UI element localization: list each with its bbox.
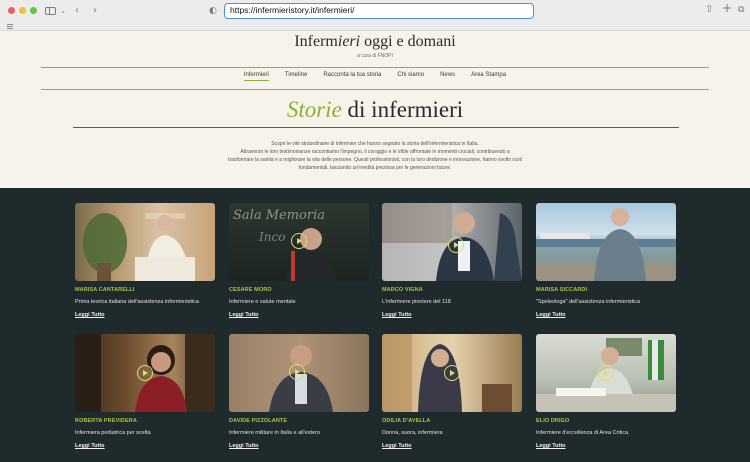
- story-name: ODILIA D'AVELLA: [382, 418, 431, 424]
- svg-text:Sala Memoria: Sala Memoria: [233, 208, 325, 223]
- story-thumbnail[interactable]: [536, 334, 676, 412]
- svg-text:Inco: Inco: [258, 230, 285, 244]
- address-bar[interactable]: https://infermieristory.it/infermieri/: [224, 3, 534, 19]
- story-thumbnail[interactable]: [382, 334, 522, 412]
- story-thumbnail[interactable]: [382, 203, 522, 281]
- menu-icon[interactable]: [7, 24, 13, 29]
- read-more-link[interactable]: Leggi Tutto: [382, 443, 412, 449]
- stories-gallery: MARISA CANTARELLI Prima teorica italiana…: [0, 188, 750, 462]
- story-description: Prima teorica italiana dell'assistenza i…: [75, 299, 199, 305]
- read-more-link[interactable]: Leggi Tutto: [536, 312, 566, 318]
- sidebar-toggle-icon[interactable]: [45, 7, 56, 15]
- privacy-shield-icon[interactable]: ◐: [209, 5, 217, 18]
- play-icon[interactable]: [598, 365, 614, 381]
- site-logo[interactable]: Infermieri oggi e domani: [0, 33, 750, 51]
- read-more-link[interactable]: Leggi Tutto: [229, 443, 259, 449]
- nav-item-chi-siamo[interactable]: Chi siamo: [397, 72, 424, 81]
- story-description: L'infermiere pioniere del 118: [382, 299, 451, 305]
- nav-item-news[interactable]: News: [440, 72, 455, 81]
- portrait-image: [83, 213, 195, 281]
- nav-item-racconta[interactable]: Racconta la tua storia: [323, 72, 381, 81]
- site-header: Infermieri oggi e domani a cura di FNOPI…: [0, 31, 750, 188]
- read-more-link[interactable]: Leggi Tutto: [382, 312, 412, 318]
- story-description: Infermiere e salute mentale: [229, 299, 296, 305]
- new-tab-icon[interactable]: +: [722, 2, 732, 15]
- logo-subtitle: a cura di FNOPI: [357, 53, 393, 59]
- read-more-link[interactable]: Leggi Tutto: [75, 443, 105, 449]
- tab-overview-icon[interactable]: ⧉: [738, 4, 744, 17]
- play-icon[interactable]: [444, 365, 460, 381]
- nav-item-area-stampa[interactable]: Area Stampa: [471, 72, 506, 81]
- play-icon[interactable]: [289, 364, 305, 380]
- story-thumbnail[interactable]: [536, 203, 676, 281]
- back-arrow-icon[interactable]: ‹: [75, 4, 79, 17]
- play-icon[interactable]: [291, 233, 307, 249]
- close-window-button[interactable]: [8, 7, 15, 14]
- page-title: Storie di infermieri: [286, 97, 464, 122]
- play-icon[interactable]: [448, 237, 464, 253]
- story-name: CESARE MORO: [229, 287, 272, 293]
- story-name: MARISA SICCARDI: [536, 287, 588, 293]
- story-description: Infermiere militare in Italia e all'este…: [229, 430, 320, 436]
- story-description: Infermiere d'eccellenza di Area Critica: [536, 430, 629, 436]
- maximize-window-button[interactable]: [30, 7, 37, 14]
- browser-toolbar: ⌄ ‹ › ◐ https://infermieristory.it/infer…: [0, 0, 750, 31]
- nav-bottom-divider: [41, 89, 709, 90]
- chevron-down-icon[interactable]: ⌄: [60, 5, 66, 18]
- story-name: MARCO VIGNA: [382, 287, 423, 293]
- story-description: "Speleologa" dell'assistenza infermieris…: [536, 299, 641, 305]
- title-underline: [73, 127, 679, 128]
- story-description: Infermiera pediatrica per scelta: [75, 430, 151, 436]
- read-more-link[interactable]: Leggi Tutto: [229, 312, 259, 318]
- main-navigation: Infermieri Timeline Racconta la tua stor…: [0, 72, 750, 81]
- nav-item-infermieri[interactable]: Infermieri: [243, 72, 269, 81]
- read-more-link[interactable]: Leggi Tutto: [75, 312, 105, 318]
- story-thumbnail[interactable]: [229, 334, 369, 412]
- intro-text: Scopri le vite straordinarie di infermie…: [228, 141, 522, 171]
- nav-top-divider: [41, 67, 709, 68]
- story-thumbnail[interactable]: [75, 203, 215, 281]
- story-name: MARISA CANTARELLI: [75, 287, 135, 293]
- story-name: ELIO DRIGO: [536, 418, 570, 424]
- story-thumbnail[interactable]: Sala Memoria Inco: [229, 203, 369, 281]
- forward-arrow-icon[interactable]: ›: [93, 4, 97, 17]
- share-icon[interactable]: ⇧: [705, 3, 713, 16]
- story-description: Donna, suora, infermiera: [382, 430, 443, 436]
- story-thumbnail[interactable]: [75, 334, 215, 412]
- nav-item-timeline[interactable]: Timeline: [285, 72, 307, 81]
- story-name: DAVIDE PIZZOLANTE: [229, 418, 288, 424]
- portrait-image: [536, 208, 676, 281]
- play-icon[interactable]: [137, 365, 153, 381]
- story-name: ROBERTA PREVIDERA: [75, 418, 137, 424]
- minimize-window-button[interactable]: [19, 7, 26, 14]
- read-more-link[interactable]: Leggi Tutto: [536, 443, 566, 449]
